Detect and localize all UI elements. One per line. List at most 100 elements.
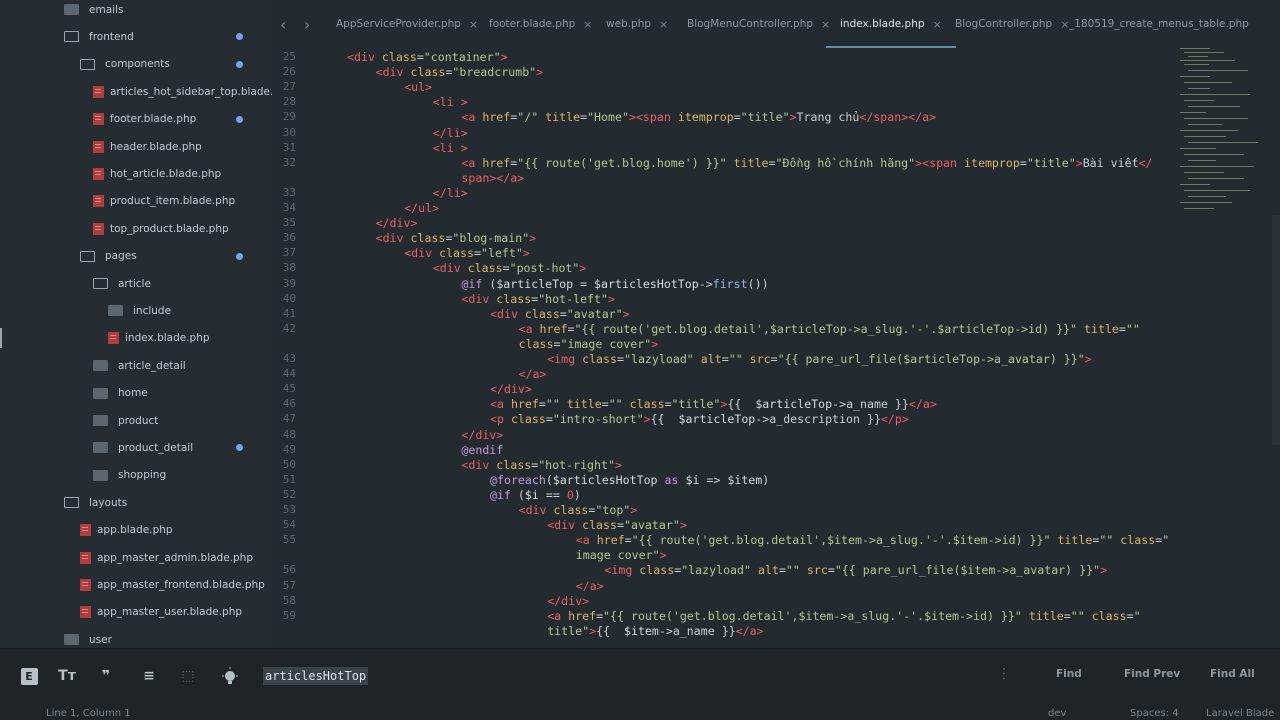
sidebar-item[interactable]: app.blade.php: [0, 517, 272, 544]
editor-tab[interactable]: web.php ×: [606, 0, 668, 48]
sidebar-item[interactable]: include: [0, 297, 272, 324]
sidebar-item[interactable]: top_product.blade.php: [0, 215, 272, 242]
code-line[interactable]: <ul>: [404, 80, 432, 94]
git-branch[interactable]: dev: [1048, 708, 1066, 719]
code-line[interactable]: <a href="/" title="Home"><span itemprop=…: [461, 110, 936, 124]
sidebar-item[interactable]: app_master_frontend.blade.php: [0, 571, 272, 598]
minimap-line: [1188, 196, 1226, 197]
close-tab-icon[interactable]: ×: [469, 18, 478, 31]
close-tab-icon[interactable]: ×: [659, 18, 668, 31]
sidebar-item[interactable]: pages: [0, 243, 272, 270]
highlight-icon[interactable]: [221, 667, 239, 685]
code-line[interactable]: </div>: [490, 382, 532, 396]
code-line[interactable]: class="image cover">: [519, 337, 659, 351]
sidebar-item[interactable]: emails: [0, 0, 272, 23]
code-line[interactable]: <div class="avatar">: [547, 518, 687, 532]
sidebar-item[interactable]: components: [0, 51, 272, 78]
code-line[interactable]: <div class="container">: [347, 50, 508, 64]
sidebar-item[interactable]: home: [0, 380, 272, 407]
editor-tab[interactable]: index.blade.php ×: [826, 0, 956, 48]
code-line[interactable]: title">{{ $item->a_name }}</a>: [547, 624, 763, 638]
code-line[interactable]: <img class="lazyload" alt="" src="{{ par…: [547, 352, 1092, 366]
sidebar-item[interactable]: hot_article.blade.php: [0, 160, 272, 187]
code-line[interactable]: span></a>: [461, 171, 524, 185]
cursor-position[interactable]: Line 1, Column 1: [46, 708, 131, 719]
code-line[interactable]: </div>: [547, 594, 589, 608]
code-line[interactable]: @endif: [461, 443, 503, 457]
code-line[interactable]: <div class="left">: [404, 246, 530, 260]
wrap-icon[interactable]: ≡: [140, 667, 158, 685]
code-line[interactable]: <img class="lazyload" alt="" src="{{ par…: [604, 563, 1107, 577]
folder-icon: [93, 469, 108, 481]
code-line[interactable]: <a href="{{ route('get.blog.detail',$ite…: [547, 609, 1140, 623]
code-line[interactable]: <div class="top">: [519, 503, 638, 517]
more-options-icon[interactable]: ⋮: [997, 666, 1011, 682]
find-all-button[interactable]: Find All: [1210, 668, 1255, 680]
editor-tab[interactable]: BlogController.php ×: [955, 0, 1069, 48]
code-line[interactable]: </li>: [433, 186, 468, 200]
close-tab-icon[interactable]: ×: [821, 18, 830, 31]
sidebar-item[interactable]: article: [0, 270, 272, 297]
regex-icon[interactable]: E: [20, 667, 38, 685]
code-line[interactable]: <div class="blog-main">: [376, 231, 537, 245]
code-editor[interactable]: 25 26 27 28 29 30 31 32 33 34 35 36 37 38 39 40 41 42 43 44…: [272, 48, 1280, 648]
code-line[interactable]: <div class="breadcrumb">: [376, 65, 544, 79]
sidebar-item[interactable]: user: [0, 626, 272, 648]
code-line[interactable]: </div>: [461, 428, 503, 442]
find-prev-button[interactable]: Find Prev: [1124, 668, 1180, 680]
sidebar-item-label: app_master_frontend.blade.php: [97, 578, 265, 591]
code-line[interactable]: </a>: [519, 367, 547, 381]
in-selection-icon[interactable]: ⬚: [179, 667, 197, 685]
close-tab-icon[interactable]: ×: [933, 18, 942, 31]
code-line[interactable]: @if ($articleTop = $articlesHotTop->firs…: [461, 277, 768, 291]
case-sensitive-icon[interactable]: Tт: [58, 667, 76, 685]
sidebar-item[interactable]: layouts: [0, 489, 272, 516]
code-line[interactable]: <a href="{{ route('get.blog.home') }}" t…: [461, 156, 1152, 170]
editor-tab[interactable]: footer.blade.php ×: [489, 0, 593, 48]
indentation-setting[interactable]: Spaces: 4: [1130, 708, 1179, 719]
sidebar-item[interactable]: product_detail: [0, 434, 272, 461]
code-line[interactable]: </li>: [433, 126, 468, 140]
code-line[interactable]: image cover">: [576, 548, 667, 562]
syntax-mode[interactable]: Laravel Blade: [1206, 708, 1274, 719]
code-line[interactable]: </ul>: [404, 201, 439, 215]
line-number: 27: [282, 80, 296, 94]
code-line[interactable]: <div class="hot-right">: [461, 458, 622, 472]
minimap[interactable]: [1180, 48, 1280, 218]
code-line[interactable]: <a href="{{ route('get.blog.detail',$art…: [519, 322, 1140, 336]
find-button[interactable]: Find: [1056, 668, 1082, 680]
sidebar-item[interactable]: articles_hot_sidebar_top.blade.php: [0, 78, 272, 105]
code-line[interactable]: <div class="post-hot">: [433, 261, 587, 275]
sidebar-item[interactable]: header.blade.php: [0, 133, 272, 160]
sidebar-item[interactable]: footer.blade.php: [0, 106, 272, 133]
code-line[interactable]: <li >: [433, 141, 468, 155]
editor-tab[interactable]: _180519_create_menus_table.php: [1069, 0, 1249, 48]
editor-scrollbar[interactable]: [1272, 215, 1280, 445]
find-input[interactable]: articlesHotTop: [263, 667, 369, 685]
code-line[interactable]: </div>: [376, 216, 418, 230]
tab-back-arrow-icon[interactable]: ‹: [280, 15, 286, 34]
close-tab-icon[interactable]: ×: [583, 18, 592, 31]
sidebar-item[interactable]: product: [0, 407, 272, 434]
sidebar-item[interactable]: shopping: [0, 462, 272, 489]
code-line[interactable]: @foreach($articlesHotTop as $i => $item): [490, 473, 769, 487]
sidebar-item[interactable]: app_master_user.blade.php: [0, 599, 272, 626]
code-line[interactable]: <p class="intro-short">{{ $articleTop->a…: [490, 412, 909, 426]
sidebar-item[interactable]: product_item.blade.php: [0, 188, 272, 215]
code-line[interactable]: <a href="" title="" class="title">{{ $ar…: [490, 397, 937, 411]
sidebar-item-label: footer.blade.php: [110, 113, 197, 126]
code-line[interactable]: </a>: [576, 579, 604, 593]
code-line[interactable]: <li >: [433, 95, 468, 109]
code-line[interactable]: <a href="{{ route('get.blog.detail',$ite…: [576, 533, 1169, 547]
code-line[interactable]: @if ($i == 0): [490, 488, 581, 502]
editor-tab[interactable]: AppServiceProvider.php ×: [336, 0, 478, 48]
sidebar-item[interactable]: article_detail: [0, 352, 272, 379]
sidebar-item[interactable]: index.blade.php: [0, 325, 272, 352]
editor-tab[interactable]: BlogMenuController.php ×: [687, 0, 830, 48]
sidebar-item[interactable]: frontend: [0, 23, 272, 50]
whole-word-icon[interactable]: ❞: [97, 667, 115, 685]
code-line[interactable]: <div class="avatar">: [490, 307, 630, 321]
tab-forward-arrow-icon[interactable]: ›: [304, 15, 310, 34]
code-line[interactable]: <div class="hot-left">: [461, 292, 615, 306]
sidebar-item[interactable]: app_master_admin.blade.php: [0, 544, 272, 571]
